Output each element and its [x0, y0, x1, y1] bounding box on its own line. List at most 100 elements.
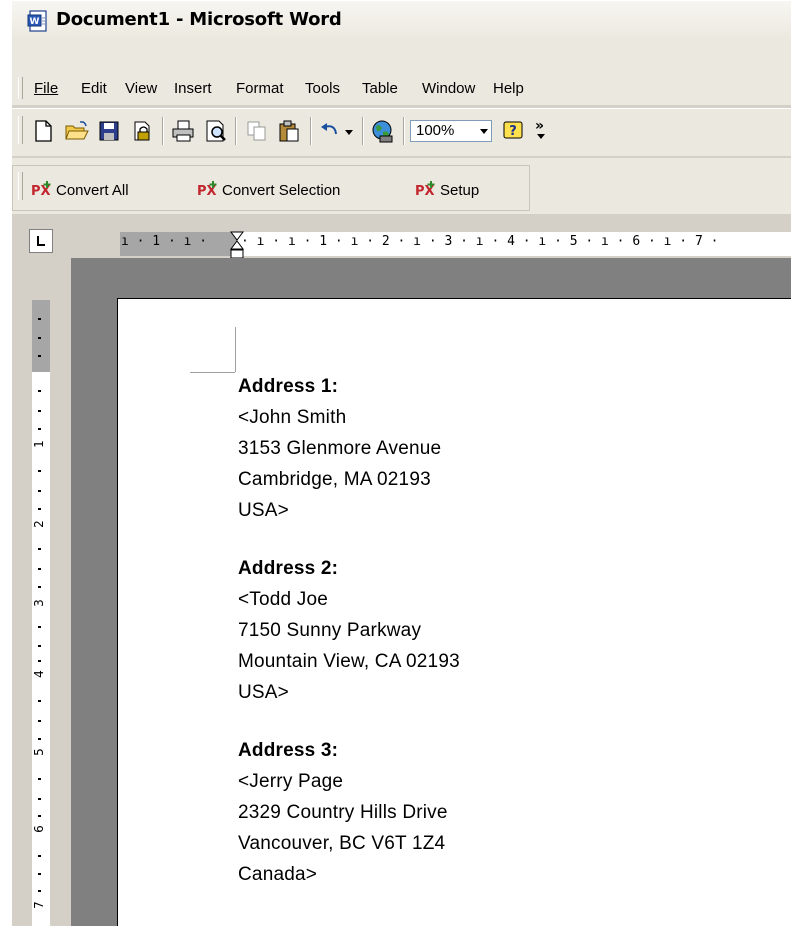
address-2-line[interactable]: USA> — [238, 682, 289, 704]
help-question-icon[interactable]: ? — [501, 118, 527, 144]
vertical-ruler-number: 4 — [31, 670, 46, 678]
menu-window[interactable]: Window — [422, 80, 475, 97]
address-2-line[interactable]: <Todd Joe — [238, 589, 328, 611]
menu-tools[interactable]: Tools — [305, 80, 340, 97]
save-disk-icon[interactable] — [96, 118, 122, 144]
toolbar-separator — [310, 117, 312, 145]
vertical-ruler-tick — [38, 815, 41, 817]
print-preview-icon[interactable] — [203, 118, 229, 144]
vertical-ruler-tick — [38, 586, 41, 588]
px-convert-icon: PX — [196, 178, 218, 200]
address-3-line[interactable]: 2329 Country Hills Drive — [238, 802, 448, 824]
permission-icon[interactable] — [129, 118, 155, 144]
svg-text:?: ? — [509, 124, 517, 139]
zoom-dropdown-icon[interactable] — [480, 129, 488, 134]
window-frame-edge — [0, 0, 12, 926]
menu-edit[interactable]: Edit — [81, 80, 107, 97]
menu-view[interactable]: View — [125, 80, 157, 97]
vertical-ruler-tick — [38, 738, 41, 740]
address-3-heading[interactable]: Address 3: — [238, 740, 338, 762]
vertical-ruler-tick — [38, 890, 41, 892]
vertical-ruler-tick — [38, 410, 41, 412]
undo-icon[interactable] — [318, 118, 344, 144]
setup-label: Setup — [440, 182, 480, 199]
vertical-ruler-number: 6 — [31, 825, 46, 833]
horizontal-ruler-ticks: · ı · ı · 1 · ı · 2 · ı · 3 · ı · 4 · ı … — [241, 234, 719, 249]
address-3-line[interactable]: <Jerry Page — [238, 771, 343, 793]
menu-help[interactable]: Help — [493, 80, 524, 97]
vertical-ruler-tick — [38, 490, 41, 492]
menu-file-label: File — [34, 80, 59, 97]
open-folder-icon[interactable] — [64, 118, 90, 144]
copy-icon[interactable] — [244, 118, 270, 144]
vertical-ruler-tick — [38, 645, 41, 647]
vertical-ruler-tick — [38, 428, 41, 430]
toolbar-separator — [362, 117, 364, 145]
vertical-ruler-tick — [38, 470, 41, 472]
print-icon[interactable] — [170, 118, 196, 144]
addin-toolbar-grip[interactable] — [18, 172, 23, 200]
menu-bar-grip[interactable] — [18, 77, 23, 99]
vertical-ruler-number: 2 — [31, 520, 46, 528]
undo-dropdown-arrow-icon[interactable] — [345, 130, 353, 135]
vertical-ruler-number: 1 — [31, 440, 46, 448]
toolbar-separator — [162, 117, 164, 145]
vertical-ruler-tick — [38, 873, 41, 875]
vertical-ruler-tick — [38, 318, 41, 320]
vertical-ruler-tick — [38, 855, 41, 857]
zoom-value: 100% — [416, 122, 455, 139]
px-convert-icon: PX — [414, 178, 436, 200]
menu-file[interactable]: File — [34, 80, 58, 97]
standard-toolbar-grip[interactable] — [18, 116, 23, 144]
vertical-ruler-number: 5 — [31, 748, 46, 756]
vertical-ruler-tick — [38, 568, 41, 570]
text-boundary-corner — [235, 327, 236, 372]
px-convert-icon: PX — [30, 178, 52, 200]
address-3-line[interactable]: Vancouver, BC V6T 1Z4 — [238, 833, 445, 855]
vertical-ruler-number: 7 — [31, 901, 46, 909]
word-document-icon[interactable]: W — [27, 10, 49, 32]
toolbar-separator — [235, 117, 237, 145]
document-page[interactable] — [117, 298, 791, 926]
toolbar-separator — [403, 117, 405, 145]
convert-selection-label: Convert Selection — [222, 182, 341, 199]
menu-insert[interactable]: Insert — [174, 80, 212, 97]
vertical-ruler-tick — [38, 337, 41, 339]
menu-format[interactable]: Format — [236, 80, 284, 97]
window-title: Document1 - Microsoft Word — [56, 9, 342, 30]
new-document-icon[interactable] — [30, 118, 56, 144]
setup-button[interactable]: PX Setup — [414, 168, 514, 204]
vertical-ruler-tick — [38, 660, 41, 662]
vertical-ruler-tick — [38, 508, 41, 510]
menu-table[interactable]: Table — [362, 80, 398, 97]
vertical-ruler-tick — [38, 798, 41, 800]
text-boundary-corner — [190, 372, 235, 373]
toolbar-overflow-icon[interactable]: » — [535, 118, 545, 139]
address-1-line[interactable]: <John Smith — [238, 407, 346, 429]
vertical-ruler-tick — [38, 548, 41, 550]
vertical-ruler-tick — [38, 355, 41, 357]
vertical-ruler-tick — [38, 390, 41, 392]
address-1-line[interactable]: 3153 Glenmore Avenue — [238, 438, 441, 460]
convert-all-label: Convert All — [56, 182, 129, 199]
convert-all-button[interactable]: PX Convert All — [30, 168, 188, 204]
vertical-ruler-tick — [38, 700, 41, 702]
vertical-ruler-tick — [38, 720, 41, 722]
vertical-ruler-margin — [32, 300, 50, 372]
address-2-heading[interactable]: Address 2: — [238, 558, 338, 580]
address-1-heading[interactable]: Address 1: — [238, 376, 338, 398]
address-1-line[interactable]: Cambridge, MA 02193 — [238, 469, 431, 491]
horizontal-ruler-left-ticks: ı · 1 · ı · — [121, 234, 215, 249]
vertical-ruler-tick — [38, 778, 41, 780]
web-globe-icon[interactable] — [370, 118, 396, 144]
paste-clipboard-icon[interactable] — [276, 118, 302, 144]
vertical-ruler-number: 3 — [31, 599, 46, 607]
address-1-line[interactable]: USA> — [238, 500, 289, 522]
vertical-ruler-tick — [38, 626, 41, 628]
address-2-line[interactable]: 7150 Sunny Parkway — [238, 620, 421, 642]
address-3-line[interactable]: Canada> — [238, 864, 317, 886]
tab-stop-selector[interactable] — [29, 229, 53, 253]
toolbar-overflow-glyph: » — [535, 118, 545, 134]
address-2-line[interactable]: Mountain View, CA 02193 — [238, 651, 460, 673]
convert-selection-button[interactable]: PX Convert Selection — [196, 168, 406, 204]
